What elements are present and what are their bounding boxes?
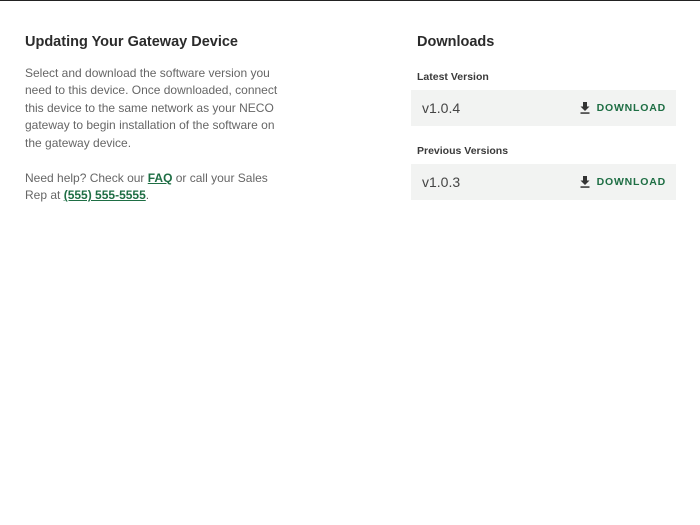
instructions-panel: Updating Your Gateway Device Select and …: [25, 33, 280, 205]
page: Updating Your Gateway Device Select and …: [0, 0, 700, 525]
phone-link[interactable]: (555) 555-5555: [64, 188, 146, 202]
download-button-label: DOWNLOAD: [596, 176, 666, 188]
help-text: Need help? Check our FAQ or call your Sa…: [25, 170, 280, 205]
help-prefix: Need help? Check our: [25, 171, 148, 186]
faq-link[interactable]: FAQ: [148, 171, 173, 185]
download-button[interactable]: DOWNLOAD: [580, 176, 666, 188]
version-number: v1.0.4: [422, 100, 461, 116]
downloads-panel: Downloads Latest Version v1.0.4 DOWNLOAD…: [411, 33, 676, 200]
latest-version-label: Latest Version: [417, 71, 489, 83]
download-icon: [580, 176, 590, 188]
previous-version-row: v1.0.3 DOWNLOAD: [411, 164, 676, 200]
latest-version-row: v1.0.4 DOWNLOAD: [411, 90, 676, 126]
instructions-text: Select and download the software version…: [25, 66, 278, 150]
download-button[interactable]: DOWNLOAD: [580, 102, 666, 114]
previous-versions-label: Previous Versions: [417, 145, 509, 157]
version-number: v1.0.3: [422, 174, 461, 190]
downloads-title: Downloads: [417, 34, 495, 50]
download-icon: [580, 102, 590, 114]
download-button-label: DOWNLOAD: [596, 102, 666, 114]
help-suffix: .: [145, 188, 150, 203]
top-divider: [0, 0, 700, 1]
page-title: Updating Your Gateway Device: [25, 34, 238, 50]
